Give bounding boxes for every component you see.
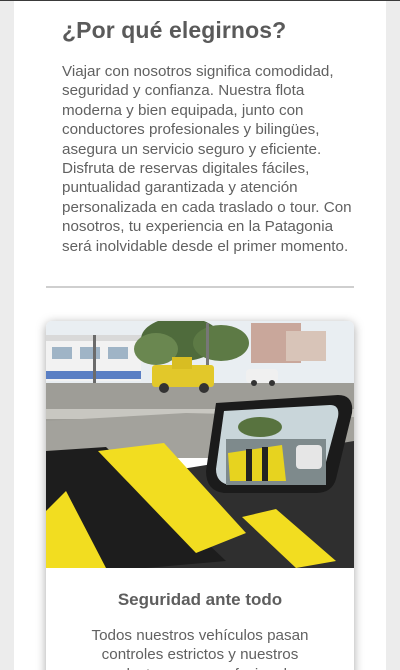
section-title: ¿Por qué elegirnos? [62,17,287,43]
page: ¿Por qué elegirnos? Viajar con nosotros … [0,0,400,670]
card-description: Todos nuestros vehículos pasan controles… [91,627,309,670]
card-image [46,321,354,568]
feature-card-safety: Seguridad ante todo Todos nuestros vehíc… [46,321,354,670]
card-title: Seguridad ante todo [117,590,283,609]
section-description: Viajar con nosotros significa comodidad,… [62,63,352,255]
section-divider [46,286,354,288]
